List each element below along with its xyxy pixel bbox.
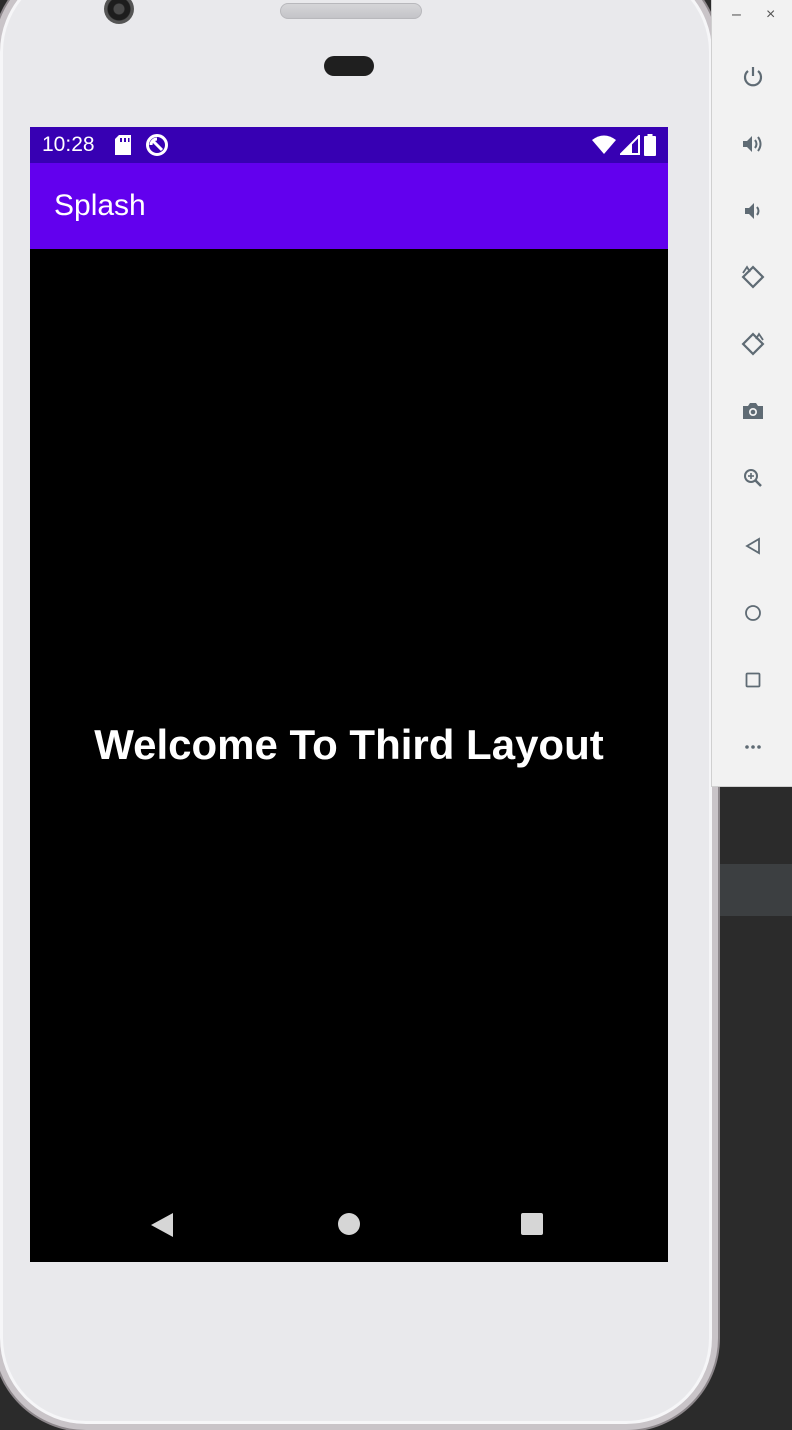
earpiece (324, 56, 374, 76)
main-content: Welcome To Third Layout (30, 249, 668, 1262)
battery-icon (644, 134, 656, 156)
back-icon[interactable] (150, 1212, 174, 1243)
recents-icon[interactable] (520, 1212, 544, 1241)
back-icon[interactable] (734, 527, 772, 565)
minimize-button[interactable]: – (732, 6, 741, 24)
front-camera (104, 0, 134, 24)
welcome-text: Welcome To Third Layout (94, 721, 604, 768)
navigation-bar (30, 1186, 668, 1262)
app-title: Splash (54, 189, 146, 222)
power-icon[interactable] (734, 58, 772, 96)
volume-down-icon[interactable] (734, 192, 772, 230)
volume-up-icon[interactable] (734, 125, 772, 163)
camera-icon[interactable] (734, 392, 772, 430)
wifi-icon (592, 135, 616, 155)
emulator-toolbar: – × (711, 0, 792, 787)
phone-screen: 10:28 Splash Welcome To Third Layout (30, 127, 668, 1262)
more-icon[interactable] (734, 728, 772, 766)
sd-card-icon (114, 135, 131, 155)
signal-icon (620, 135, 640, 155)
rotate-left-icon[interactable] (734, 258, 772, 296)
status-bar: 10:28 (30, 127, 668, 163)
status-time: 10:28 (42, 133, 95, 156)
top-speaker-grille (280, 3, 422, 19)
app-bar: Splash (30, 163, 668, 249)
home-icon[interactable] (337, 1212, 361, 1241)
zoom-icon[interactable] (734, 459, 772, 497)
overview-icon[interactable] (734, 661, 772, 699)
sync-icon (145, 133, 169, 157)
home-icon[interactable] (734, 594, 772, 632)
rotate-right-icon[interactable] (734, 325, 772, 363)
close-button[interactable]: × (766, 6, 775, 24)
